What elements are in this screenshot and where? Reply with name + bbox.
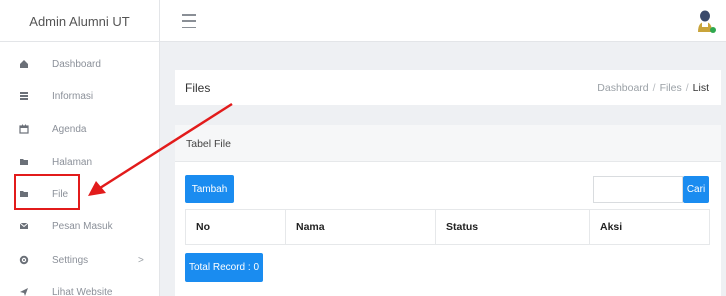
column-header-no: No xyxy=(186,210,286,244)
sidebar-item-dashboard[interactable]: Dashboard xyxy=(0,48,160,80)
page-title: Files xyxy=(185,81,211,95)
sidebar-item-label: Informasi xyxy=(52,90,94,102)
calendar-icon xyxy=(19,124,29,134)
chevron-right-icon: > xyxy=(138,254,144,266)
sidebar-item-label: Halaman xyxy=(52,156,93,168)
folder-icon xyxy=(19,157,29,167)
sidebar-item-pesan-masuk[interactable]: Pesan Masuk xyxy=(0,210,160,242)
file-table-card: Tabel File Tambah Cari No Nama Status Ak… xyxy=(175,125,721,296)
sidebar-item-label: Agenda xyxy=(52,123,87,135)
hamburger-icon[interactable] xyxy=(182,14,196,28)
breadcrumb: Dashboard / Files / List xyxy=(597,82,709,94)
sidebar-item-settings[interactable]: Settings > xyxy=(0,244,160,276)
sidebar-item-label: Pesan Masuk xyxy=(52,220,113,232)
sidebar-item-agenda[interactable]: Agenda xyxy=(0,113,160,145)
folder-icon xyxy=(19,189,29,199)
page-header: Files Dashboard / Files / List xyxy=(175,70,721,105)
breadcrumb-separator: / xyxy=(685,82,689,94)
gear-icon xyxy=(19,255,29,265)
add-file-button[interactable]: Tambah xyxy=(185,175,234,203)
brand-title[interactable]: Admin Alumni UT xyxy=(0,0,160,42)
breadcrumb-item-dashboard[interactable]: Dashboard xyxy=(597,82,648,94)
sidebar-item-label: Settings xyxy=(52,254,89,266)
column-header-nama: Nama xyxy=(286,210,436,244)
sidebar-item-label: Dashboard xyxy=(52,58,101,70)
sidebar-item-informasi[interactable]: Informasi xyxy=(0,80,160,112)
breadcrumb-item-list: List xyxy=(692,82,709,94)
sidebar-item-halaman[interactable]: Halaman xyxy=(0,146,160,178)
total-record-button[interactable]: Total Record : 0 xyxy=(185,253,263,282)
sidebar-item-label: Lihat Website xyxy=(52,286,113,296)
send-icon xyxy=(19,287,29,296)
search-input[interactable] xyxy=(593,176,683,203)
sidebar-item-label: File xyxy=(52,188,69,200)
search-button[interactable]: Cari xyxy=(683,176,709,203)
top-navbar: Admin Alumni UT xyxy=(0,0,726,42)
breadcrumb-separator: / xyxy=(652,82,656,94)
breadcrumb-item-files[interactable]: Files xyxy=(660,82,682,94)
user-avatar-icon[interactable] xyxy=(696,10,716,34)
dashboard-icon xyxy=(19,59,29,69)
list-icon xyxy=(19,91,29,101)
sidebar-item-file[interactable]: File xyxy=(0,178,160,210)
mail-icon xyxy=(19,221,29,231)
card-title: Tabel File xyxy=(186,138,231,150)
file-table: No Nama Status Aksi xyxy=(185,209,710,245)
sidebar: Dashboard Informasi Agenda Halaman File … xyxy=(0,42,160,296)
column-header-aksi: Aksi xyxy=(600,221,623,233)
card-header: Tabel File xyxy=(175,125,721,162)
column-header-status: Status xyxy=(436,210,590,244)
sidebar-item-lihat-website[interactable]: Lihat Website xyxy=(0,276,160,296)
